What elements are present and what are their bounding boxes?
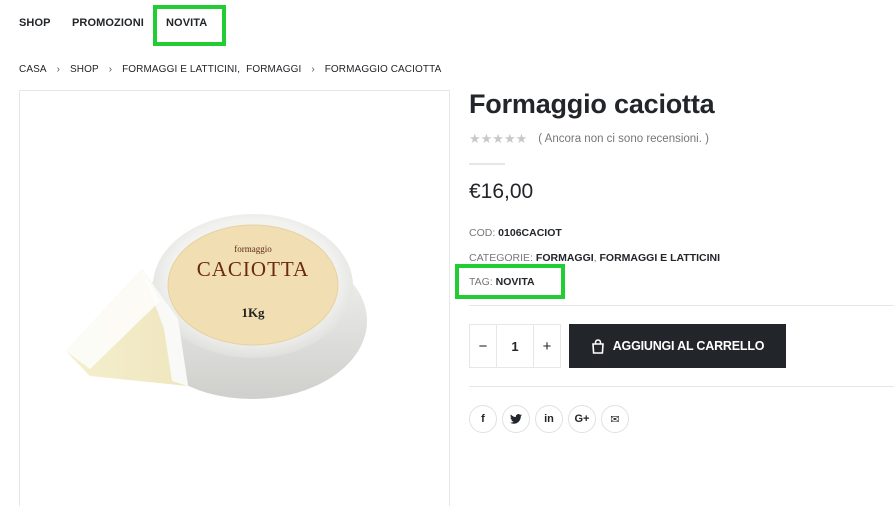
sku-value: 0106CACIOT <box>498 227 562 239</box>
categories-separator: , <box>593 252 597 264</box>
quantity-stepper: − + <box>469 324 561 368</box>
main-nav: SHOP PROMOZIONI NOVITA <box>0 0 894 48</box>
qty-plus-button[interactable]: + <box>533 325 560 367</box>
categories-label: CATEGORIE: <box>469 252 533 264</box>
category-link-formaggi[interactable]: FORMAGGI <box>536 252 594 264</box>
star-rating-icon: ★★★★★ <box>469 131 528 146</box>
add-to-cart-label: AGGIUNGI AL CARRELLO <box>612 339 765 353</box>
image-label-small: formaggio <box>234 244 272 254</box>
email-icon[interactable]: ✉ <box>601 405 629 433</box>
add-to-cart-button[interactable]: AGGIUNGI AL CARRELLO <box>569 324 786 368</box>
nav-item-shop[interactable]: SHOP <box>19 17 51 29</box>
chevron-right-icon: › <box>108 64 113 75</box>
categories-line: CATEGORIE: FORMAGGI, FORMAGGI E LATTICIN… <box>469 252 720 264</box>
product-image: formaggio CACIOTTA 1Kg <box>66 214 367 399</box>
linkedin-icon[interactable]: in <box>535 405 563 433</box>
divider-short <box>469 163 505 165</box>
sku-label: COD: <box>469 227 496 239</box>
sku-line: COD: 0106CACIOT <box>469 227 562 239</box>
category-link-formaggi-latticini[interactable]: FORMAGGI E LATTICINI <box>600 252 721 264</box>
breadcrumb-current: FORMAGGIO CACIOTTA <box>324 64 442 75</box>
qty-minus-button[interactable]: − <box>470 325 497 367</box>
highlight-box-tag <box>455 264 565 299</box>
nav-item-promozioni[interactable]: PROMOZIONI <box>72 17 144 29</box>
divider <box>469 305 894 306</box>
breadcrumb: CASA › SHOP › FORMAGGI E LATTICINI, FORM… <box>19 64 441 75</box>
breadcrumb-formaggi-latticini[interactable]: FORMAGGI E LATTICINI, <box>122 64 240 75</box>
chevron-right-icon: › <box>311 64 315 75</box>
share-links: f in G+ ✉ <box>469 405 634 433</box>
product-price: €16,00 <box>469 180 534 203</box>
breadcrumb-formaggi[interactable]: FORMAGGI <box>246 64 301 75</box>
chevron-right-icon: › <box>56 64 60 75</box>
image-label-weight: 1Kg <box>241 305 265 320</box>
googleplus-icon[interactable]: G+ <box>568 405 596 433</box>
reviews-link[interactable]: ( Ancora non ci sono recensioni. ) <box>538 133 709 145</box>
divider <box>469 386 894 387</box>
rating: ★★★★★ ( Ancora non ci sono recensioni. ) <box>469 131 709 147</box>
qty-input[interactable] <box>497 325 533 367</box>
product-image-frame[interactable]: formaggio CACIOTTA 1Kg <box>19 90 450 506</box>
twitter-icon[interactable] <box>502 405 530 433</box>
facebook-icon[interactable]: f <box>469 405 497 433</box>
breadcrumb-shop[interactable]: SHOP <box>70 64 99 75</box>
shopping-bag-icon <box>591 338 605 354</box>
product-title: Formaggio caciotta <box>469 89 715 119</box>
highlight-box-nav <box>153 5 226 46</box>
image-label-big: CACIOTTA <box>197 257 309 281</box>
breadcrumb-casa[interactable]: CASA <box>19 64 47 75</box>
